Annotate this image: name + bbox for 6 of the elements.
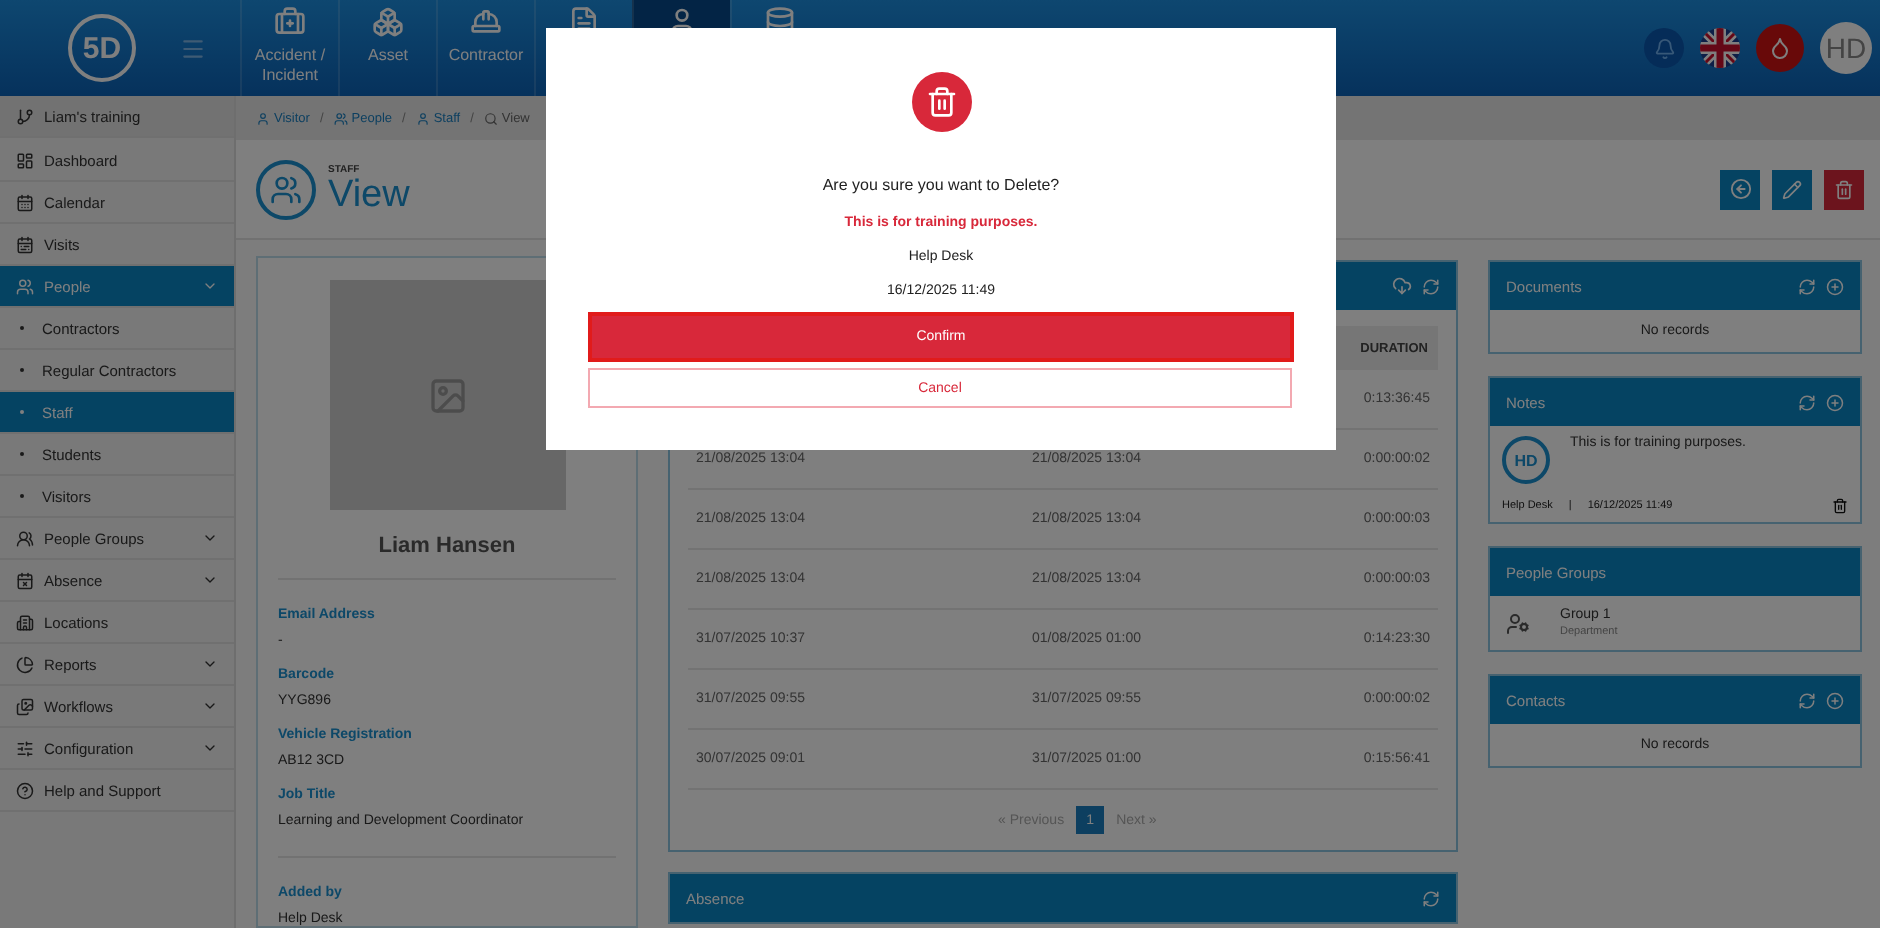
user-avatar[interactable]: HD — [1820, 22, 1872, 74]
page-title: View — [328, 175, 410, 215]
dialog-question: Are you sure you want to Delete? — [822, 176, 1060, 194]
author-avatar: HD — [1502, 436, 1550, 484]
person-name: Liam Hansen — [278, 534, 616, 580]
logo: 5D — [68, 14, 136, 82]
